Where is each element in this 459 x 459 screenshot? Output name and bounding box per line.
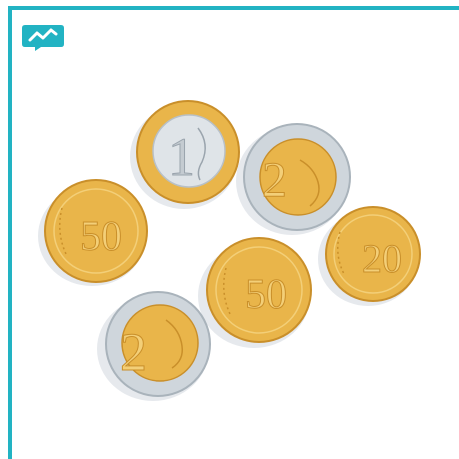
coin-label: 2 [262, 151, 287, 207]
coin-label: 1 [168, 127, 195, 187]
coin-2-euro-top: 2 [236, 123, 351, 235]
coin-1-euro: 1 [130, 100, 240, 209]
coin-label: 50 [80, 214, 122, 260]
coin-label: 20 [362, 236, 402, 281]
coin-50-cent-left: 50 [38, 179, 148, 286]
coin-50-cent-center: 50 [198, 237, 312, 348]
illustration-frame: 1 2 50 50 20 2 [0, 0, 459, 459]
coin-label: 2 [120, 322, 147, 382]
coin-label: 50 [245, 272, 287, 318]
coin-20-cent: 20 [318, 206, 421, 306]
coin-2-euro-bottom: 2 [97, 291, 211, 401]
euro-coins-illustration: 1 2 50 50 20 2 [38, 100, 421, 401]
